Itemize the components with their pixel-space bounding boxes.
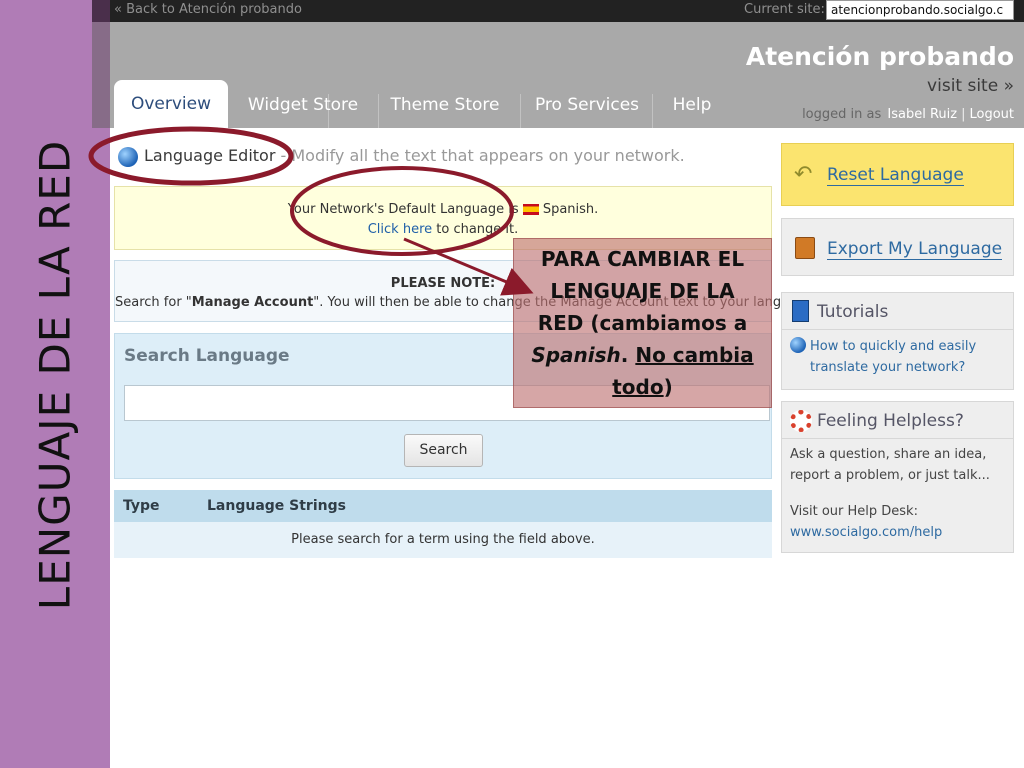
globe-icon	[790, 337, 806, 353]
divider	[782, 329, 1013, 330]
export-box-icon	[795, 237, 815, 259]
search-button[interactable]: Search	[404, 434, 483, 467]
current-site-label: Current site:	[744, 2, 825, 17]
admin-topbar: « Back to Atención probando Current site…	[92, 0, 1024, 22]
notice-language: Spanish.	[542, 202, 599, 217]
visit-site-link[interactable]: visit site »	[927, 76, 1014, 96]
slide-band-overlay	[92, 0, 110, 128]
divider	[782, 438, 1013, 439]
site-title: Atención probando	[745, 42, 1014, 71]
feeling-helpless-panel: Feeling Helpless? Ask a question, share …	[781, 401, 1014, 553]
book-icon	[792, 300, 809, 322]
help-desk-link[interactable]: www.socialgo.com/help	[790, 525, 942, 540]
slide-title: LENGUAJE DE LA RED	[30, 139, 80, 611]
reset-language-link[interactable]: Reset Language	[827, 165, 964, 186]
tab-widget-store[interactable]: Widget Store	[242, 88, 364, 128]
help-desk-label: Visit our Help Desk:	[790, 504, 918, 519]
feeling-helpless-title: Feeling Helpless?	[817, 411, 964, 431]
feeling-helpless-text: Ask a question, share an idea, report a …	[790, 447, 990, 483]
callout-underline: No cambia	[635, 343, 754, 367]
callout-line: PARA CAMBIAR EL	[540, 247, 745, 271]
life-ring-icon	[790, 410, 812, 432]
callout-line: RED (cambiamos a	[537, 311, 748, 335]
callout-underline: todo	[612, 375, 664, 399]
tab-divider	[652, 94, 653, 128]
tab-divider	[378, 94, 379, 128]
back-to-site-link[interactable]: « Back to Atención probando	[114, 2, 302, 17]
callout-text: )	[663, 375, 673, 399]
callout-line: todo)	[514, 371, 771, 403]
change-language-link[interactable]: Click here	[368, 222, 432, 237]
tab-help[interactable]: Help	[658, 88, 726, 128]
page-description: - Modify all the text that appears on yo…	[280, 146, 685, 165]
note-text-before: Search for "	[115, 295, 192, 310]
tutorials-title: Tutorials	[817, 302, 889, 322]
notice-line: Click here to change it.	[115, 222, 771, 237]
tab-overview[interactable]: Overview	[114, 80, 228, 128]
page-title: Language Editor	[144, 146, 276, 165]
user-name-link[interactable]: Isabel Ruiz	[887, 107, 957, 122]
notice-suffix: to change it.	[436, 222, 519, 237]
language-editor-heading: Language Editor - Modify all the text th…	[118, 146, 685, 167]
slide: LENGUAJE DE LA RED « Back to Atención pr…	[0, 0, 1024, 768]
callout-text: .	[620, 343, 636, 367]
tab-divider	[520, 94, 521, 128]
tutorials-panel: Tutorials How to quickly and easily tran…	[781, 292, 1014, 390]
reset-language-box[interactable]: ↶ Reset Language	[781, 143, 1014, 206]
column-header-type[interactable]: Type	[123, 498, 160, 514]
callout-line: Spanish. No cambia	[514, 339, 771, 371]
current-site-select[interactable]: atencionprobando.socialgo.c	[826, 0, 1014, 20]
globe-icon	[118, 146, 138, 167]
note-text-bold: Manage Account	[191, 295, 314, 310]
undo-arrow-icon: ↶	[794, 162, 813, 187]
export-language-box[interactable]: Export My Language	[781, 218, 1014, 276]
callout-italic: Spanish	[531, 343, 621, 367]
export-language-link[interactable]: Export My Language	[827, 239, 1003, 260]
notice-line: Your Network's Default Language is Spani…	[115, 202, 771, 217]
results-table-header: Type Language Strings	[114, 490, 772, 522]
tutorial-link[interactable]: How to quickly and easily translate your…	[810, 336, 1005, 378]
annotation-callout: PARA CAMBIAR EL LENGUAJE DE LA RED (camb…	[513, 238, 772, 408]
tab-pro-services[interactable]: Pro Services	[524, 88, 650, 128]
logout-link[interactable]: Logout	[969, 107, 1014, 122]
notice-prefix: Your Network's Default Language is	[287, 202, 519, 217]
callout-line: LENGUAJE DE LA	[550, 279, 735, 303]
search-language-title: Search Language	[124, 346, 290, 366]
logged-in-label: logged in as	[802, 107, 882, 122]
results-empty-message: Please search for a term using the field…	[114, 522, 772, 558]
divider: |	[961, 107, 966, 122]
logged-in-info: logged in as Isabel Ruiz | Logout	[802, 107, 1014, 122]
admin-header: Atención probando visit site » logged in…	[92, 22, 1024, 128]
tab-theme-store[interactable]: Theme Store	[382, 88, 508, 128]
spain-flag-icon	[522, 204, 539, 215]
column-header-language-strings[interactable]: Language Strings	[207, 498, 346, 514]
